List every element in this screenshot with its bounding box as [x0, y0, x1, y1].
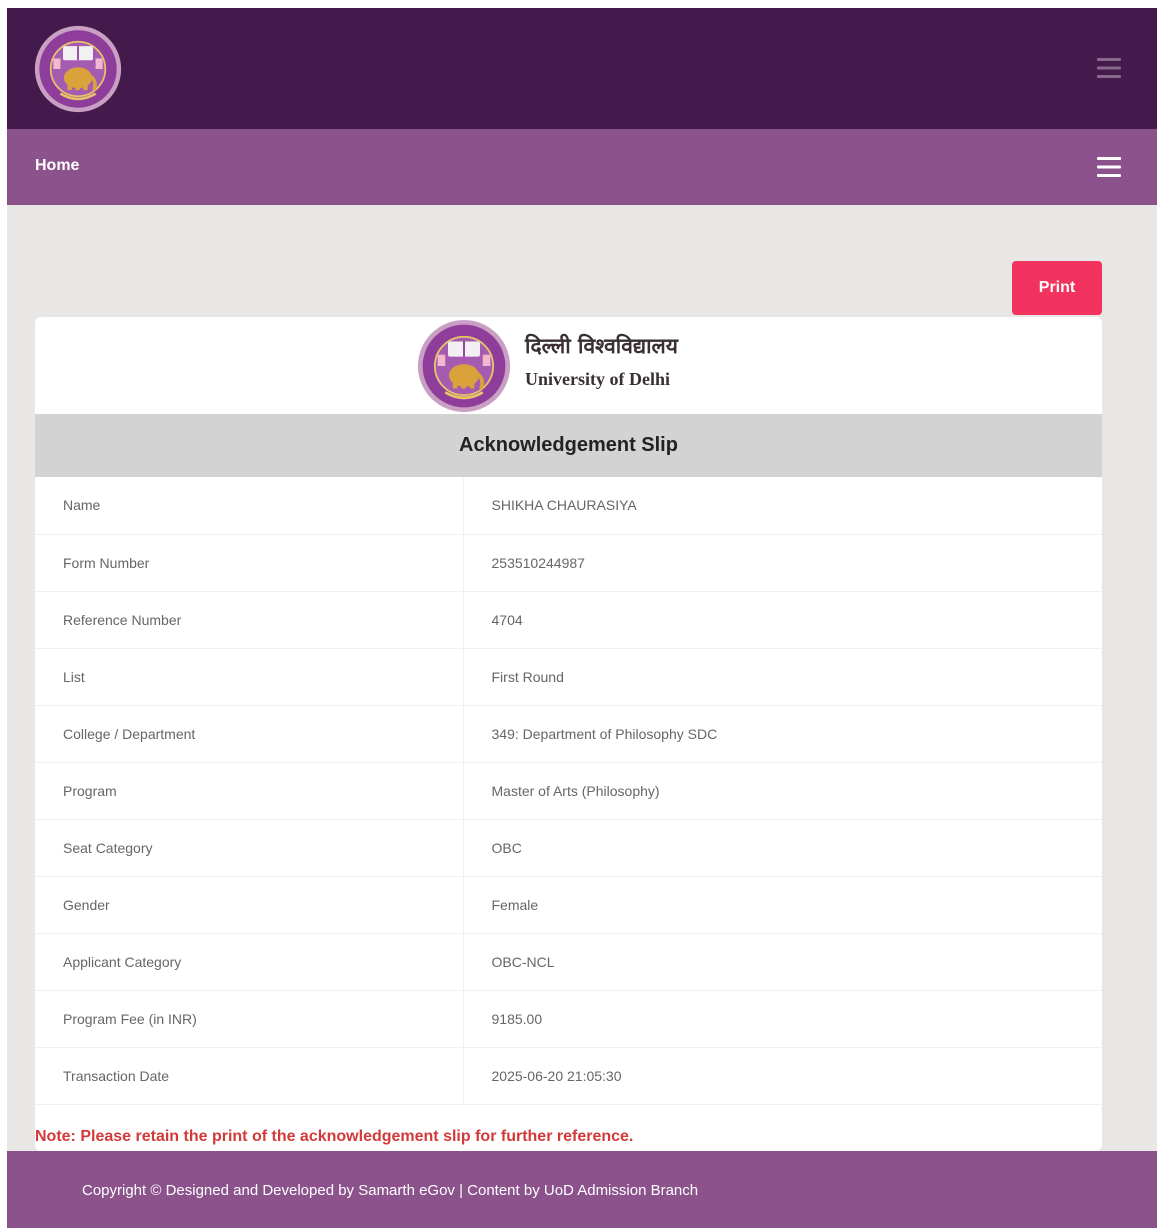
table-row: Seat Category OBC — [35, 819, 1102, 877]
table-row: Name SHIKHA CHAURASIYA — [35, 477, 1102, 535]
row-label: Program Fee (in INR) — [35, 990, 464, 1048]
university-name-english: University of Delhi — [525, 369, 670, 389]
row-value: Master of Arts (Philosophy) — [463, 762, 1102, 820]
row-value: Female — [463, 876, 1102, 934]
row-label: Transaction Date — [35, 1047, 464, 1105]
acknowledgement-slip: दिल्ली विश्वविद्यालय University of Delhi… — [35, 317, 1102, 1151]
table-row: Form Number 253510244987 — [35, 534, 1102, 592]
slip-title: Acknowledgement Slip — [35, 414, 1102, 477]
row-value: SHIKHA CHAURASIYA — [463, 477, 1102, 535]
top-header-bar — [7, 8, 1157, 129]
hamburger-menu-icon[interactable] — [1097, 57, 1121, 79]
row-label: List — [35, 648, 464, 706]
row-label: Name — [35, 477, 464, 535]
row-label: Seat Category — [35, 819, 464, 877]
row-value: First Round — [463, 648, 1102, 706]
row-label: Reference Number — [35, 591, 464, 649]
hamburger-menu-icon[interactable] — [1097, 156, 1121, 178]
row-value: 2025-06-20 21:05:30 — [463, 1047, 1102, 1105]
row-value: 253510244987 — [463, 534, 1102, 592]
table-row: Program Fee (in INR) 9185.00 — [35, 990, 1102, 1048]
row-value: 349: Department of Philosophy SDC — [463, 705, 1102, 763]
table-row: Applicant Category OBC-NCL — [35, 933, 1102, 991]
row-label: Form Number — [35, 534, 464, 592]
footer-copyright: Copyright © Designed and Developed by Sa… — [82, 1182, 699, 1199]
university-seal-icon[interactable] — [34, 25, 122, 113]
table-row: College / Department 349: Department of … — [35, 705, 1102, 763]
table-row: Reference Number 4704 — [35, 591, 1102, 649]
footer-bar: Copyright © Designed and Developed by Sa… — [7, 1151, 1157, 1228]
row-value: 4704 — [463, 591, 1102, 649]
row-value: OBC — [463, 819, 1102, 877]
university-seal-icon — [417, 319, 511, 413]
row-value: 9185.00 — [463, 990, 1102, 1048]
university-name-hindi: दिल्ली विश्वविद्यालय — [525, 333, 678, 358]
row-label: College / Department — [35, 705, 464, 763]
nav-home-link[interactable]: Home — [35, 157, 79, 175]
university-header: दिल्ली विश्वविद्यालय University of Delhi — [35, 317, 1102, 414]
row-label: Gender — [35, 876, 464, 934]
row-label: Program — [35, 762, 464, 820]
table-row: Transaction Date 2025-06-20 21:05:30 — [35, 1047, 1102, 1105]
table-row: Program Master of Arts (Philosophy) — [35, 762, 1102, 820]
details-table: Name SHIKHA CHAURASIYA Form Number 25351… — [35, 477, 1102, 1105]
retain-slip-note: Note: Please retain the print of the ack… — [35, 1128, 634, 1145]
nav-bar: Home — [7, 129, 1157, 205]
row-label: Applicant Category — [35, 933, 464, 991]
table-row: Gender Female — [35, 876, 1102, 934]
table-row: List First Round — [35, 648, 1102, 706]
print-button[interactable]: Print — [1012, 261, 1102, 315]
row-value: OBC-NCL — [463, 933, 1102, 991]
page: Home Print दिल्ली विश्वविद्यालय Universi… — [7, 8, 1157, 1228]
